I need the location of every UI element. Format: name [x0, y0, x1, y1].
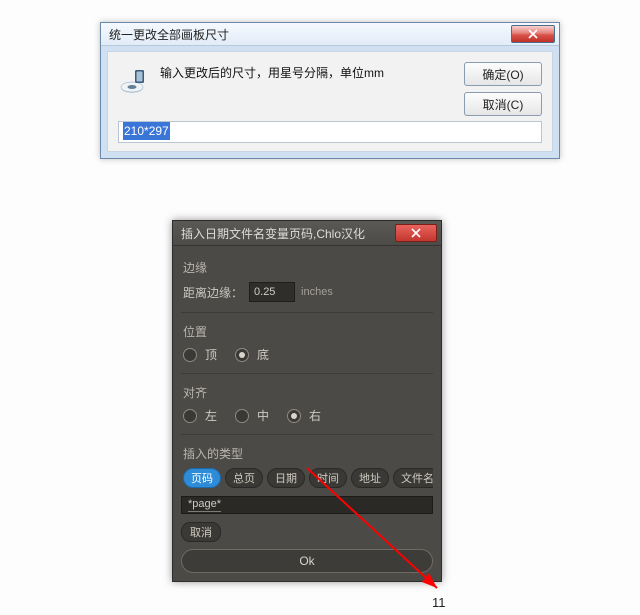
align-label-left: 左: [205, 407, 217, 424]
pill-address[interactable]: 地址: [351, 468, 389, 488]
dialog2-cancel-button[interactable]: 取消: [181, 522, 221, 542]
position-radios: 顶 底: [181, 346, 433, 363]
align-radio-right[interactable]: [287, 409, 301, 423]
dialog1-close-button[interactable]: [511, 25, 555, 43]
dialog1-ok-button[interactable]: 确定(O): [464, 62, 542, 86]
dialog2-titlebar: 插入日期文件名变量页码,Chlo汉化: [173, 221, 441, 246]
insert-variable-dialog: 插入日期文件名变量页码,Chlo汉化 边缘 距离边缘： 0.25 inches …: [172, 220, 442, 582]
dialog1-body: 输入更改后的尺寸，用星号分隔，单位mm 确定(O) 取消(C) 210*297: [107, 51, 553, 152]
align-label-center: 中: [257, 407, 269, 424]
dialog1-size-input[interactable]: 210*297: [118, 121, 542, 143]
template-input[interactable]: *page*: [181, 496, 433, 514]
margin-unit: inches: [301, 286, 333, 298]
margin-row: 距离边缘： 0.25 inches: [181, 282, 433, 302]
template-input-value: *page*: [188, 498, 221, 512]
setup-icon: [118, 64, 150, 96]
dialog2-ok-button[interactable]: Ok: [181, 549, 433, 573]
dialog1-message: 输入更改后的尺寸，用星号分隔，单位mm: [160, 62, 444, 82]
margin-input[interactable]: 0.25: [249, 282, 295, 302]
align-radio-left[interactable]: [183, 409, 197, 423]
dialog1-title: 统一更改全部画板尺寸: [109, 26, 229, 43]
position-label-bottom: 底: [257, 346, 269, 363]
pill-page[interactable]: 页码: [183, 468, 221, 488]
dialog2-close-button[interactable]: [395, 224, 437, 242]
margin-field-label: 距离边缘：: [183, 284, 243, 301]
align-radio-center[interactable]: [235, 409, 249, 423]
dialog2-body: 边缘 距离边缘： 0.25 inches 位置 顶 底 对齐 左 中 右 插入的…: [181, 253, 433, 573]
dialog2-title: 插入日期文件名变量页码,Chlo汉化: [181, 225, 365, 242]
insert-type-pills: 页码 总页 日期 时间 地址 文件名: [181, 468, 433, 488]
position-radio-top[interactable]: [183, 348, 197, 362]
position-label-top: 顶: [205, 346, 217, 363]
insert-type-group-label: 插入的类型: [183, 445, 433, 462]
close-icon: [411, 228, 421, 238]
resize-artboards-dialog: 统一更改全部画板尺寸 输入更改后的尺寸，用星号分隔，单位mm 确定(O) 取消(…: [100, 22, 560, 159]
pill-date[interactable]: 日期: [267, 468, 305, 488]
position-group-label: 位置: [183, 323, 433, 340]
margin-group-label: 边缘: [183, 259, 433, 276]
align-group-label: 对齐: [183, 384, 433, 401]
align-radios: 左 中 右: [181, 407, 433, 424]
pill-filename[interactable]: 文件名: [393, 468, 433, 488]
position-radio-bottom[interactable]: [235, 348, 249, 362]
dialog1-size-input-value: 210*297: [123, 122, 170, 140]
dialog1-titlebar: 统一更改全部画板尺寸: [101, 23, 559, 46]
pill-total[interactable]: 总页: [225, 468, 263, 488]
align-label-right: 右: [309, 407, 321, 424]
page-number: 11: [432, 595, 446, 610]
close-icon: [528, 29, 538, 39]
pill-time[interactable]: 时间: [309, 468, 347, 488]
dialog1-cancel-button[interactable]: 取消(C): [464, 92, 542, 116]
